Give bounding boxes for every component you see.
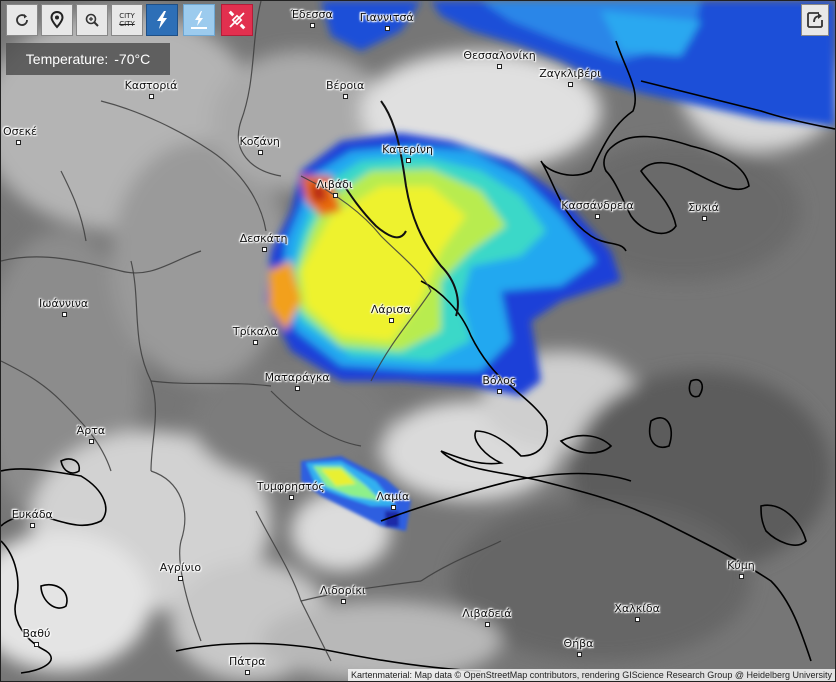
location-button[interactable] [41,4,73,36]
city-marker [295,386,301,392]
city-label: Λάρισα [370,302,411,316]
temperature-readout: Temperature: -70°C [6,43,170,75]
city-label: Κύμη [727,558,755,572]
city-marker [30,523,36,529]
city-marker [245,670,251,676]
city-marker [739,573,745,579]
city-label: Τρίκαλα [232,325,278,339]
city-label: Ζαγκλιβέρι [539,66,601,80]
city-label: Οσεκέ [3,124,38,138]
lightning-ground-icon [191,11,207,29]
city-marker [405,157,411,163]
map-attribution: Kartenmaterial: Map data © OpenStreetMap… [348,669,835,681]
city-marker [701,216,707,222]
city-label: Αγρίνιο [159,561,202,575]
city-labels-toggle-button[interactable]: CITY CITY [111,4,143,36]
city-label: Κατερίνη [382,142,433,156]
city-label: Λιβάδι [316,178,353,192]
city-label: Βόλος [482,373,517,387]
city-marker [634,616,640,622]
city-marker [388,317,394,323]
city-label: Ευκάδα [11,508,53,522]
city-toggle-label-struck: CITY [119,20,135,28]
satellite-map[interactable]: CITY CITY Temperature: -70°C Kartenmater… [0,0,836,682]
city-marker [497,388,503,394]
city-label: Καστοριά [124,79,178,93]
city-marker [390,505,396,511]
city-marker [568,81,574,87]
city-label: Κασσάνδρεια [561,198,634,212]
city-marker [497,63,503,69]
map-canvas[interactable] [1,1,835,681]
refresh-button[interactable] [6,4,38,36]
city-marker [484,622,490,628]
refresh-icon [16,14,28,26]
city-marker [384,25,390,31]
city-marker [34,642,40,648]
city-marker [309,23,315,29]
city-label: Θεσσαλονίκη [463,48,536,62]
city-label: Λιδορίκι [319,584,366,598]
city-toggle-label: CITY [119,12,135,20]
city-label: Βαθύ [22,627,51,641]
city-marker [261,246,267,252]
city-label: Έδεσσα [290,8,333,22]
city-label: Γιαννιτσά [359,10,414,24]
city-marker [340,599,346,605]
city-label: Θήβα [563,637,594,651]
city-label: Τυμφρηστός [256,480,325,494]
temperature-value: -70°C [114,51,151,67]
lightning-ground-button[interactable] [183,4,215,36]
city-label: Λαμία [376,490,410,504]
city-label: Λιβαδειά [462,607,512,621]
lightning-button[interactable] [146,4,178,36]
city-label: Βέροια [326,79,365,93]
city-marker [88,439,94,445]
satellite-off-icon [228,10,246,30]
city-label: Συκιά [688,201,719,215]
city-marker [15,139,21,145]
satellite-toggle-button[interactable] [221,4,253,36]
city-marker [257,150,263,156]
city-label: Άρτα [76,424,106,438]
city-marker [288,495,294,501]
location-pin-icon [50,11,64,29]
temperature-label: Temperature: [25,51,109,67]
lightning-icon [157,11,167,29]
city-marker [576,652,582,658]
city-label: Κοζάνη [239,135,280,149]
city-marker [178,576,184,582]
zoom-button[interactable] [76,4,108,36]
city-marker [343,94,349,100]
city-marker [332,193,338,199]
share-icon [807,12,823,28]
share-button[interactable] [801,4,829,36]
city-label: Ματαράγκα [264,371,330,385]
city-label: Δεσκάτη [239,231,288,245]
city-label: Πάτρα [229,655,266,669]
zoom-icon [85,13,99,27]
city-marker [595,213,601,219]
city-marker [149,94,155,100]
city-marker [61,312,67,318]
city-marker [253,340,259,346]
city-label: Ιωάννινα [39,297,89,311]
city-label: Χαλκίδα [614,601,660,615]
